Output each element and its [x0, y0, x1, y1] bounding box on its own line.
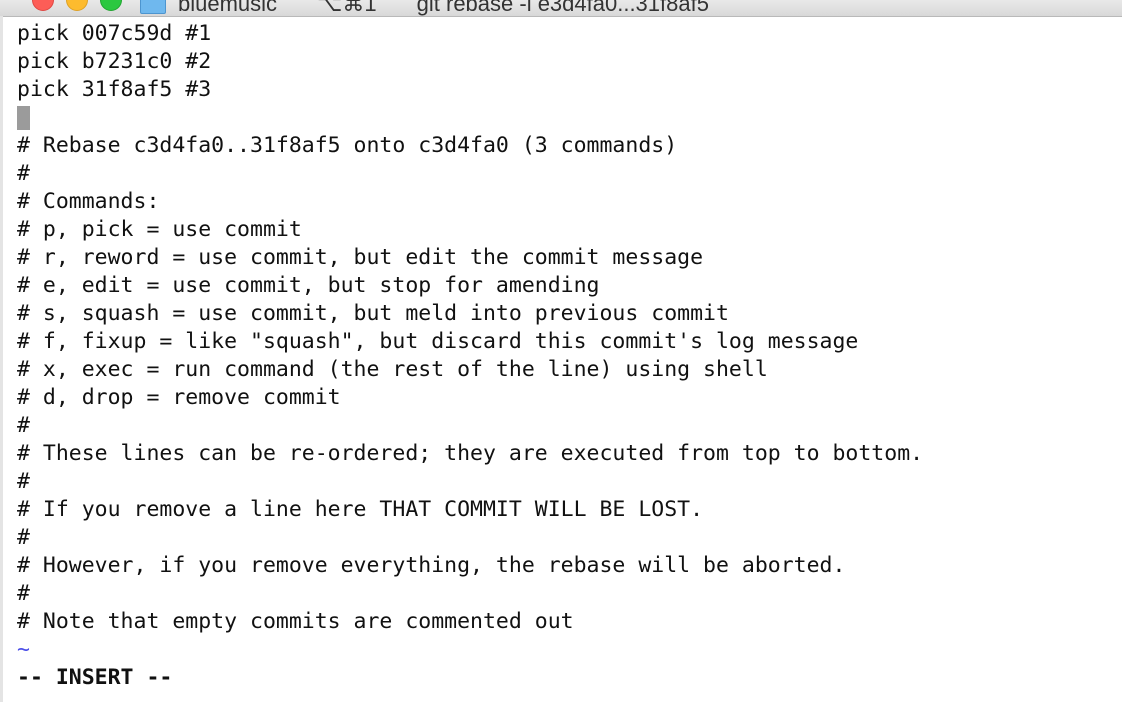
window-title-command: git rebase -i e3d4fa0...31f8af5 [416, 0, 709, 16]
window-title-shortcut: ⌥⌘1 [317, 0, 377, 16]
editor-line: # Rebase c3d4fa0..31f8af5 onto c3d4fa0 (… [17, 133, 678, 158]
editor-line: # [17, 161, 30, 186]
empty-line-marker: ~ [17, 637, 30, 662]
editor-line: # [17, 469, 30, 494]
folder-icon [140, 0, 166, 14]
mode-indicator: -- INSERT -- [17, 665, 173, 690]
editor-line: # If you remove a line here THAT COMMIT … [17, 497, 704, 522]
editor-line: # Note that empty commits are commented … [17, 609, 574, 634]
editor-line: # [17, 525, 30, 550]
window-left-edge [0, 16, 3, 702]
zoom-window-button[interactable] [100, 0, 122, 11]
editor-line: # However, if you remove everything, the… [17, 553, 846, 578]
editor-line: # [17, 581, 30, 606]
editor-line: # e, edit = use commit, but stop for ame… [17, 273, 600, 298]
editor-line: pick 31f8af5 #3 [17, 77, 212, 102]
editor-buffer[interactable]: pick 007c59d #1 pick b7231c0 #2 pick 31f… [17, 20, 1117, 692]
editor-line: pick b7231c0 #2 [17, 49, 212, 74]
editor-line: pick 007c59d #1 [17, 21, 212, 46]
window-title: bluemusic ⌥⌘1 git rebase -i e3d4fa0...31f8… [178, 0, 709, 16]
editor-line: # x, exec = run command (the rest of the… [17, 357, 768, 382]
minimize-window-button[interactable] [66, 0, 88, 11]
close-window-button[interactable] [32, 0, 54, 11]
editor-line: # s, squash = use commit, but meld into … [17, 301, 729, 326]
editor-line: # [17, 413, 30, 438]
editor-line: # r, reword = use commit, but edit the c… [17, 245, 704, 270]
editor-line: # These lines can be re-ordered; they ar… [17, 441, 924, 466]
editor-line: # d, drop = remove commit [17, 385, 341, 410]
window-titlebar: bluemusic ⌥⌘1 git rebase -i e3d4fa0...31f8… [0, 0, 1122, 17]
editor-line: # Commands: [17, 189, 160, 214]
editor-cursor-line [17, 104, 1117, 132]
window-title-folder: bluemusic [178, 0, 278, 16]
editor-line: # p, pick = use commit [17, 217, 302, 242]
text-cursor [17, 106, 30, 130]
editor-line: # f, fixup = like "squash", but discard … [17, 329, 859, 354]
